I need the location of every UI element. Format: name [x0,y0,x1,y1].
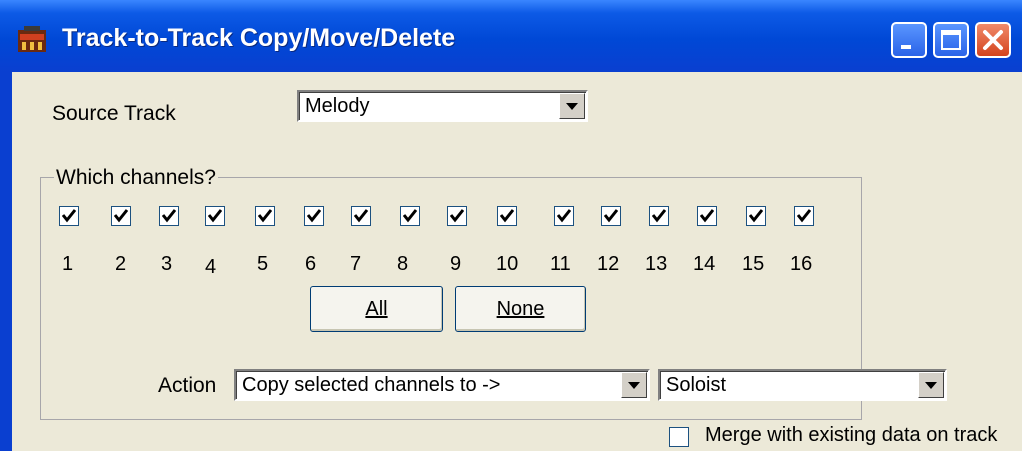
none-button-label: None [496,298,545,320]
checkmark-icon [114,209,128,223]
channel-number-9: 9 [450,253,462,275]
maximize-button[interactable] [933,22,969,58]
channel-checkbox-11[interactable] [554,206,574,226]
all-button-label: All [365,298,388,320]
channel-checkbox-5[interactable] [255,206,275,226]
channel-number-12: 12 [597,253,620,275]
channel-number-13: 13 [645,253,668,275]
channel-number-7: 7 [350,253,362,275]
dropdown-button[interactable] [559,93,585,119]
title-bar[interactable]: Track-to-Track Copy/Move/Delete [0,0,1022,72]
channel-number-6: 6 [305,253,317,275]
channel-checkbox-10[interactable] [497,206,517,226]
checkmark-icon [652,209,666,223]
channel-checkbox-13[interactable] [649,206,669,226]
checkmark-icon [557,209,571,223]
checkmark-icon [258,209,272,223]
channel-checkbox-8[interactable] [400,206,420,226]
chevron-down-icon [628,382,640,389]
target-track-combo[interactable]: Soloist [658,369,947,401]
channel-checkbox-12[interactable] [601,206,621,226]
channel-checkbox-2[interactable] [111,206,131,226]
channel-number-5: 5 [257,253,269,275]
channel-checkbox-16[interactable] [794,206,814,226]
close-icon [983,30,1003,50]
channel-checkbox-6[interactable] [304,206,324,226]
source-track-combo[interactable]: Melody [297,90,588,122]
action-label: Action [158,374,217,397]
channel-number-11: 11 [550,253,571,275]
action-value: Copy selected channels to -> [242,374,501,396]
dialog-body: Source Track Melody Which channels? 1234… [12,72,1022,451]
minimize-button[interactable] [891,22,927,58]
checkmark-icon [797,209,811,223]
channel-checkbox-9[interactable] [447,206,467,226]
source-track-value: Melody [305,95,370,117]
checkmark-icon [450,209,464,223]
checkmark-icon [162,209,176,223]
channel-number-15: 15 [742,253,765,275]
none-button[interactable]: None [455,286,586,332]
action-combo[interactable]: Copy selected channels to -> [234,369,650,401]
channel-number-8: 8 [397,253,409,275]
channel-number-14: 14 [693,253,716,275]
chevron-down-icon [925,382,937,389]
channel-checkbox-7[interactable] [351,206,371,226]
channel-number-4: 4 [205,256,217,278]
channel-number-3: 3 [161,253,173,275]
source-track-label: Source Track [52,102,176,125]
checkmark-icon [749,209,763,223]
channel-checkbox-14[interactable] [697,206,717,226]
merge-checkbox[interactable] [669,427,689,447]
channel-number-10: 10 [496,253,519,275]
checkmark-icon [208,209,222,223]
channel-checkbox-4[interactable] [205,206,225,226]
checkmark-icon [354,209,368,223]
window-title: Track-to-Track Copy/Move/Delete [62,24,456,52]
dialog-window: Track-to-Track Copy/Move/Delete Source T… [0,0,1022,451]
app-icon [18,26,46,52]
checkmark-icon [700,209,714,223]
channels-group-title: Which channels? [54,166,218,190]
chevron-down-icon [566,103,578,110]
channel-number-2: 2 [115,253,127,275]
target-track-value: Soloist [666,374,727,396]
channel-checkbox-1[interactable] [59,206,79,226]
channel-checkbox-3[interactable] [159,206,179,226]
checkmark-icon [62,209,76,223]
merge-label: Merge with existing data on track [705,424,998,446]
action-dropdown-button[interactable] [621,372,647,398]
maximize-icon [941,30,961,50]
target-dropdown-button[interactable] [918,372,944,398]
checkmark-icon [500,209,514,223]
minimize-icon [901,45,911,49]
close-button[interactable] [975,22,1011,58]
channel-checkbox-15[interactable] [746,206,766,226]
all-button[interactable]: All [310,286,443,332]
checkmark-icon [403,209,417,223]
checkmark-icon [307,209,321,223]
checkmark-icon [604,209,618,223]
channel-number-1: 1 [62,253,74,275]
channel-number-16: 16 [790,253,813,275]
